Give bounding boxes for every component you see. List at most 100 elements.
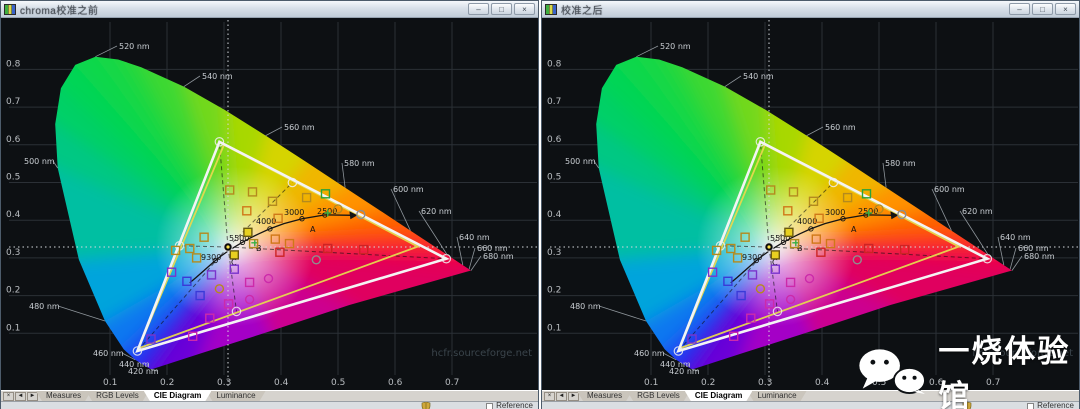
hcfr-window-before: chroma校准之前 –□× 25003000400055009300ABC 5… [0, 0, 539, 409]
window-controls: –□× [1009, 3, 1076, 15]
tab-nav: ×◄► [542, 391, 582, 401]
titlebar[interactable]: 校准之后 –□× [542, 1, 1079, 18]
svg-text:0.6: 0.6 [6, 135, 21, 145]
white-point-marker [224, 243, 232, 251]
svg-text:560 nm: 560 nm [825, 123, 856, 132]
tabs: MeasuresRGB LevelsCIE DiagramLuminance [41, 391, 266, 401]
maximize-button[interactable]: □ [491, 3, 512, 15]
reference-checkbox[interactable]: Reference [486, 402, 533, 409]
app-icon [4, 4, 16, 15]
svg-text:0.7: 0.7 [6, 97, 20, 107]
watermark-text: 一烧体验馆 [938, 326, 1080, 409]
svg-text:B: B [256, 244, 262, 253]
svg-text:0.3: 0.3 [6, 248, 20, 258]
svg-text:560 nm: 560 nm [284, 123, 315, 132]
window-title: 校准之后 [561, 2, 1005, 17]
svg-text:520 nm: 520 nm [660, 42, 691, 51]
minimize-button[interactable]: – [1009, 3, 1030, 15]
svg-text:0.6: 0.6 [547, 135, 562, 145]
status-bar: Reference [1, 401, 538, 409]
svg-text:0.7: 0.7 [445, 378, 459, 388]
svg-text:4000: 4000 [797, 217, 817, 226]
maximize-button[interactable]: □ [1032, 3, 1053, 15]
svg-text:4000: 4000 [256, 217, 276, 226]
svg-text:0.2: 0.2 [701, 378, 715, 388]
minimize-button[interactable]: – [468, 3, 489, 15]
svg-text:0.1: 0.1 [547, 323, 561, 333]
tabbar-scroll-right-button[interactable]: ► [27, 392, 38, 401]
svg-text:0.3: 0.3 [217, 378, 231, 388]
svg-text:520 nm: 520 nm [119, 42, 150, 51]
svg-text:500 nm: 500 nm [24, 157, 55, 166]
tab-luminance[interactable]: Luminance [747, 391, 806, 401]
tab-cie-diagram[interactable]: CIE Diagram [685, 391, 753, 401]
titlebar[interactable]: chroma校准之前 –□× [1, 1, 538, 18]
tab-cie-diagram[interactable]: CIE Diagram [144, 391, 212, 401]
tab-measures[interactable]: Measures [36, 391, 91, 401]
svg-text:680 nm: 680 nm [483, 252, 514, 261]
svg-text:640 nm: 640 nm [1000, 233, 1031, 242]
svg-text:620 nm: 620 nm [962, 207, 993, 216]
cie-diagram-plot: 25003000400055009300ABC 520 nm540 nm560 … [1, 18, 538, 390]
svg-text:580 nm: 580 nm [885, 159, 916, 168]
svg-text:0.3: 0.3 [547, 248, 561, 258]
tabbar-close-button[interactable]: × [3, 392, 14, 401]
svg-text:0.2: 0.2 [547, 286, 561, 296]
tab-bar: ×◄► MeasuresRGB LevelsCIE DiagramLuminan… [1, 390, 538, 401]
screenshot-root: chroma校准之前 –□× 25003000400055009300ABC 5… [0, 0, 1080, 409]
svg-text:0.5: 0.5 [331, 378, 345, 388]
svg-text:A: A [310, 225, 316, 234]
svg-text:9300: 9300 [201, 253, 221, 262]
svg-text:600 nm: 600 nm [934, 185, 965, 194]
svg-text:540 nm: 540 nm [202, 72, 233, 81]
tabbar-close-button[interactable]: × [544, 392, 555, 401]
tabbar-scroll-right-button[interactable]: ► [568, 392, 579, 401]
tab-measures[interactable]: Measures [577, 391, 632, 401]
svg-text:B: B [797, 244, 803, 253]
svg-text:640 nm: 640 nm [459, 233, 490, 242]
svg-text:0.8: 0.8 [6, 59, 21, 69]
svg-text:0.6: 0.6 [388, 378, 403, 388]
tab-luminance[interactable]: Luminance [206, 391, 265, 401]
window-title: chroma校准之前 [20, 2, 464, 17]
svg-text:580 nm: 580 nm [344, 159, 375, 168]
svg-text:480 nm: 480 nm [570, 302, 601, 311]
svg-text:9300: 9300 [742, 253, 762, 262]
svg-text:620 nm: 620 nm [421, 207, 452, 216]
checkbox-box[interactable] [486, 403, 493, 409]
tabs: MeasuresRGB LevelsCIE DiagramLuminance [582, 391, 807, 401]
svg-text:0.4: 0.4 [815, 378, 830, 388]
svg-text:0.4: 0.4 [547, 210, 562, 220]
svg-text:680 nm: 680 nm [1024, 252, 1055, 261]
svg-text:3000: 3000 [825, 208, 845, 217]
close-button[interactable]: × [1055, 3, 1076, 15]
svg-text:3000: 3000 [284, 208, 304, 217]
svg-text:0.1: 0.1 [644, 378, 658, 388]
hcfr-site-watermark: hcfr.sourceforge.net [431, 348, 532, 359]
svg-text:0.2: 0.2 [6, 286, 20, 296]
svg-text:0.1: 0.1 [6, 323, 20, 333]
shield-icon [421, 402, 431, 409]
svg-text:0.5: 0.5 [6, 173, 20, 183]
svg-text:0.1: 0.1 [103, 378, 117, 388]
svg-text:420 nm: 420 nm [669, 367, 700, 376]
svg-text:600 nm: 600 nm [393, 185, 424, 194]
svg-text:500 nm: 500 nm [565, 157, 596, 166]
tab-nav: ×◄► [1, 391, 41, 401]
svg-text:0.2: 0.2 [160, 378, 174, 388]
white-point-marker [765, 243, 773, 251]
tabbar-scroll-left-button[interactable]: ◄ [15, 392, 26, 401]
svg-text:A: A [851, 225, 857, 234]
close-button[interactable]: × [514, 3, 535, 15]
svg-text:540 nm: 540 nm [743, 72, 774, 81]
svg-text:0.5: 0.5 [547, 173, 561, 183]
svg-text:460 nm: 460 nm [93, 349, 124, 358]
svg-text:0.4: 0.4 [6, 210, 21, 220]
tabbar-scroll-left-button[interactable]: ◄ [556, 392, 567, 401]
svg-text:460 nm: 460 nm [634, 349, 665, 358]
wechat-icon [858, 345, 928, 397]
tab-rgb-levels[interactable]: RGB Levels [86, 391, 149, 401]
reference-label: Reference [496, 402, 533, 409]
tab-rgb-levels[interactable]: RGB Levels [627, 391, 690, 401]
app-icon [545, 4, 557, 15]
